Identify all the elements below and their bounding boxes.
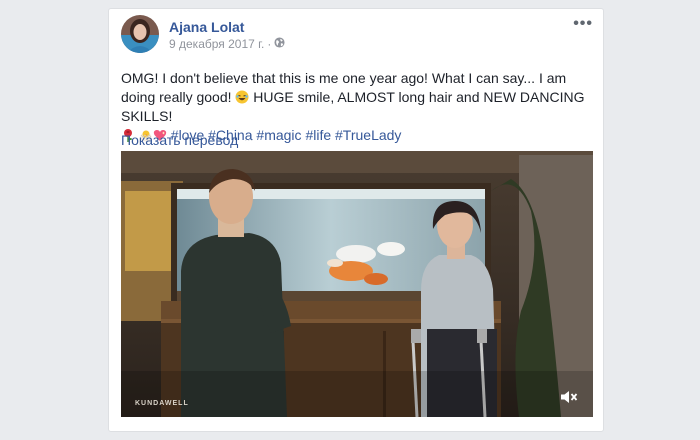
show-translation-row: Показать перевод ⋯ <box>121 132 253 148</box>
meta-separator: · <box>267 37 272 51</box>
hashtag-link[interactable]: #life <box>305 127 331 143</box>
post-meta: 9 декабря 2017 г. · <box>169 37 285 51</box>
hashtag-link[interactable]: #magic <box>256 127 301 143</box>
more-options-icon[interactable]: ••• <box>573 15 593 33</box>
globe-icon[interactable] <box>274 37 285 51</box>
mute-icon[interactable] <box>559 389 579 405</box>
author-avatar[interactable] <box>121 15 159 53</box>
video-frame <box>121 151 593 417</box>
post-date[interactable]: 9 декабря 2017 г. <box>169 37 264 51</box>
hashtag-link[interactable]: #TrueLady <box>335 127 401 143</box>
author-name[interactable]: Ajana Lolat <box>169 19 244 35</box>
translation-icon: ⋯ <box>244 134 254 145</box>
show-translation-link[interactable]: Показать перевод <box>121 132 238 148</box>
video-player[interactable]: KUNDAWELL <box>121 151 593 417</box>
post-card: Ajana Lolat 9 декабря 2017 г. · ••• OMG!… <box>108 8 604 432</box>
laughing-emoji <box>235 90 249 104</box>
video-watermark: KUNDAWELL <box>135 400 189 407</box>
